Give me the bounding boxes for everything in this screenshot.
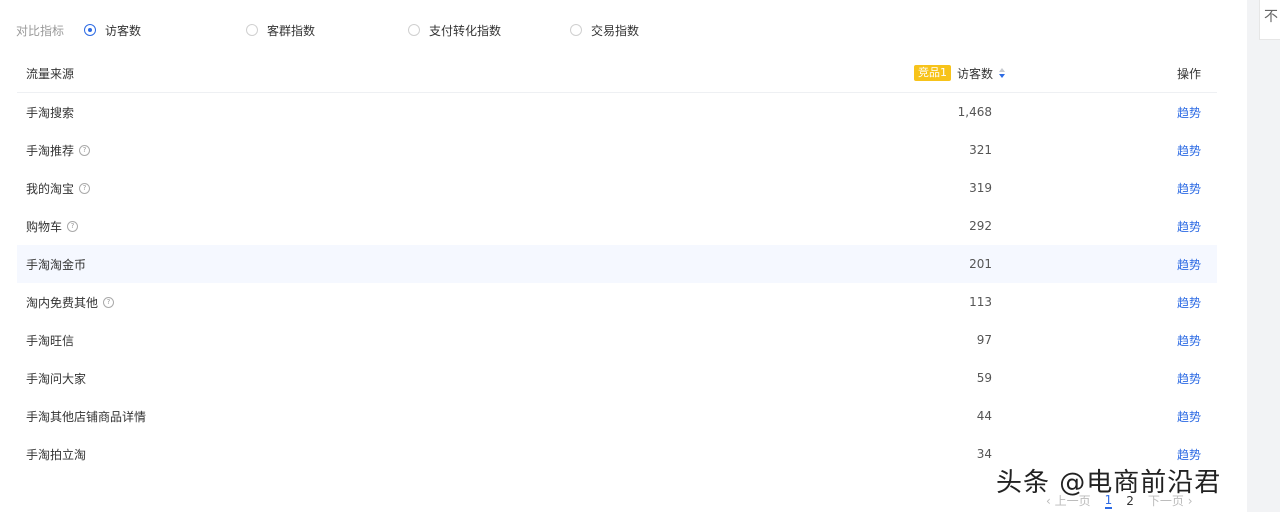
action-cell: 趋势 xyxy=(1005,446,1217,463)
visitors-cell: 113 xyxy=(969,295,992,309)
main-panel: 对比指标 访客数 客群指数 支付转化指数 交易指数 流量来源 竞品1 访客数 操… xyxy=(0,0,1247,512)
visitors-cell: 1,468 xyxy=(957,105,992,119)
table-header: 流量来源 竞品1 访客数 操作 xyxy=(17,54,1217,93)
visitors-cell: 97 xyxy=(976,333,992,347)
source-cell: 手淘其他店铺商品详情 xyxy=(17,408,817,425)
radio-label: 支付转化指数 xyxy=(429,23,502,38)
visitors-cell: 292 xyxy=(969,219,992,233)
source-name: 手淘问大家 xyxy=(26,371,87,386)
trend-link[interactable]: 趋势 xyxy=(1177,370,1201,387)
source-name: 购物车 xyxy=(26,219,63,234)
trend-link[interactable]: 趋势 xyxy=(1177,256,1201,273)
radio-customer-index[interactable]: 客群指数 xyxy=(246,22,408,39)
table-row: 淘内免费其他? 113 趋势 xyxy=(17,283,1217,321)
trend-link[interactable]: 趋势 xyxy=(1177,180,1201,197)
table-row: 手淘其他店铺商品详情 44 趋势 xyxy=(17,397,1217,435)
source-name: 手淘淘金币 xyxy=(26,257,87,272)
action-cell: 趋势 xyxy=(1005,294,1217,311)
watermark: 头条 @电商前沿君 xyxy=(996,468,1222,498)
source-name: 淘内免费其他 xyxy=(26,295,99,310)
help-icon[interactable]: ? xyxy=(79,182,91,194)
header-visitors-label: 访客数 xyxy=(956,66,993,81)
visitors-cell: 321 xyxy=(969,143,992,157)
sort-icon[interactable] xyxy=(999,67,1005,79)
metric-label: 对比指标 xyxy=(16,23,65,38)
radio-payment-conversion-index[interactable]: 支付转化指数 xyxy=(408,22,570,39)
table-row: 手淘问大家 59 趋势 xyxy=(17,359,1217,397)
trend-link[interactable]: 趋势 xyxy=(1177,104,1201,121)
visitors-cell: 59 xyxy=(976,371,992,385)
source-cell: 我的淘宝? xyxy=(17,180,817,197)
source-name: 手淘推荐 xyxy=(26,143,75,158)
action-cell: 趋势 xyxy=(1005,370,1217,387)
source-name: 手淘拍立淘 xyxy=(26,447,87,462)
radio-label: 访客数 xyxy=(105,23,142,38)
visitors-cell: 319 xyxy=(969,181,992,195)
header-source: 流量来源 xyxy=(26,66,75,81)
radio-button-icon[interactable] xyxy=(570,24,582,36)
help-icon[interactable]: ? xyxy=(103,296,115,308)
help-icon[interactable]: ? xyxy=(79,144,91,156)
radio-trade-index[interactable]: 交易指数 xyxy=(570,22,639,39)
source-cell: 手淘推荐? xyxy=(17,142,817,159)
trend-link[interactable]: 趋势 xyxy=(1177,446,1201,463)
source-cell: 手淘拍立淘 xyxy=(17,446,817,463)
source-cell: 购物车? xyxy=(17,218,817,235)
table-row: 手淘推荐? 321 趋势 xyxy=(17,131,1217,169)
radio-visitors[interactable]: 访客数 xyxy=(84,22,246,39)
action-cell: 趋势 xyxy=(1005,332,1217,349)
metric-selector: 对比指标 访客数 客群指数 支付转化指数 交易指数 xyxy=(16,20,639,40)
source-name: 我的淘宝 xyxy=(26,181,75,196)
visitors-cell: 201 xyxy=(969,257,992,271)
radio-button-icon[interactable] xyxy=(408,24,420,36)
header-action: 操作 xyxy=(1176,66,1201,81)
radio-label: 交易指数 xyxy=(591,23,640,38)
radio-button-icon[interactable] xyxy=(84,24,96,36)
table-row: 我的淘宝? 319 趋势 xyxy=(17,169,1217,207)
right-gutter: 不 xyxy=(1247,0,1280,512)
table-row: 手淘旺信 97 趋势 xyxy=(17,321,1217,359)
visitors-cell: 34 xyxy=(976,447,992,461)
source-cell: 手淘淘金币 xyxy=(17,256,817,273)
trend-link[interactable]: 趋势 xyxy=(1177,332,1201,349)
source-cell: 手淘搜索 xyxy=(17,104,817,121)
action-cell: 趋势 xyxy=(1005,142,1217,159)
source-name: 手淘旺信 xyxy=(26,333,75,348)
trend-link[interactable]: 趋势 xyxy=(1177,218,1201,235)
action-cell: 趋势 xyxy=(1005,218,1217,235)
source-cell: 淘内免费其他? xyxy=(17,294,817,311)
action-cell: 趋势 xyxy=(1005,180,1217,197)
trend-link[interactable]: 趋势 xyxy=(1177,294,1201,311)
trend-link[interactable]: 趋势 xyxy=(1177,142,1201,159)
visitors-cell: 44 xyxy=(976,409,992,423)
header-visitors[interactable]: 竞品1 访客数 xyxy=(817,65,1005,82)
help-icon[interactable]: ? xyxy=(67,220,79,232)
radio-button-icon[interactable] xyxy=(246,24,258,36)
trend-link[interactable]: 趋势 xyxy=(1177,408,1201,425)
source-name: 手淘搜索 xyxy=(26,105,75,120)
radio-label: 客群指数 xyxy=(267,23,316,38)
action-cell: 趋势 xyxy=(1005,104,1217,121)
table-row: 手淘淘金币 201 趋势 xyxy=(17,245,1217,283)
traffic-source-table: 流量来源 竞品1 访客数 操作 手淘搜索 1,468 趋势 手淘推荐? 321 趋势 我的淘… xyxy=(17,54,1217,473)
action-cell: 趋势 xyxy=(1005,256,1217,273)
table-row: 购物车? 292 趋势 xyxy=(17,207,1217,245)
action-cell: 趋势 xyxy=(1005,408,1217,425)
source-cell: 手淘问大家 xyxy=(17,370,817,387)
source-cell: 手淘旺信 xyxy=(17,332,817,349)
right-box: 不 xyxy=(1259,0,1280,40)
competitor-tag: 竞品1 xyxy=(913,65,951,81)
source-name: 手淘其他店铺商品详情 xyxy=(26,409,147,424)
table-row: 手淘搜索 1,468 趋势 xyxy=(17,93,1217,131)
